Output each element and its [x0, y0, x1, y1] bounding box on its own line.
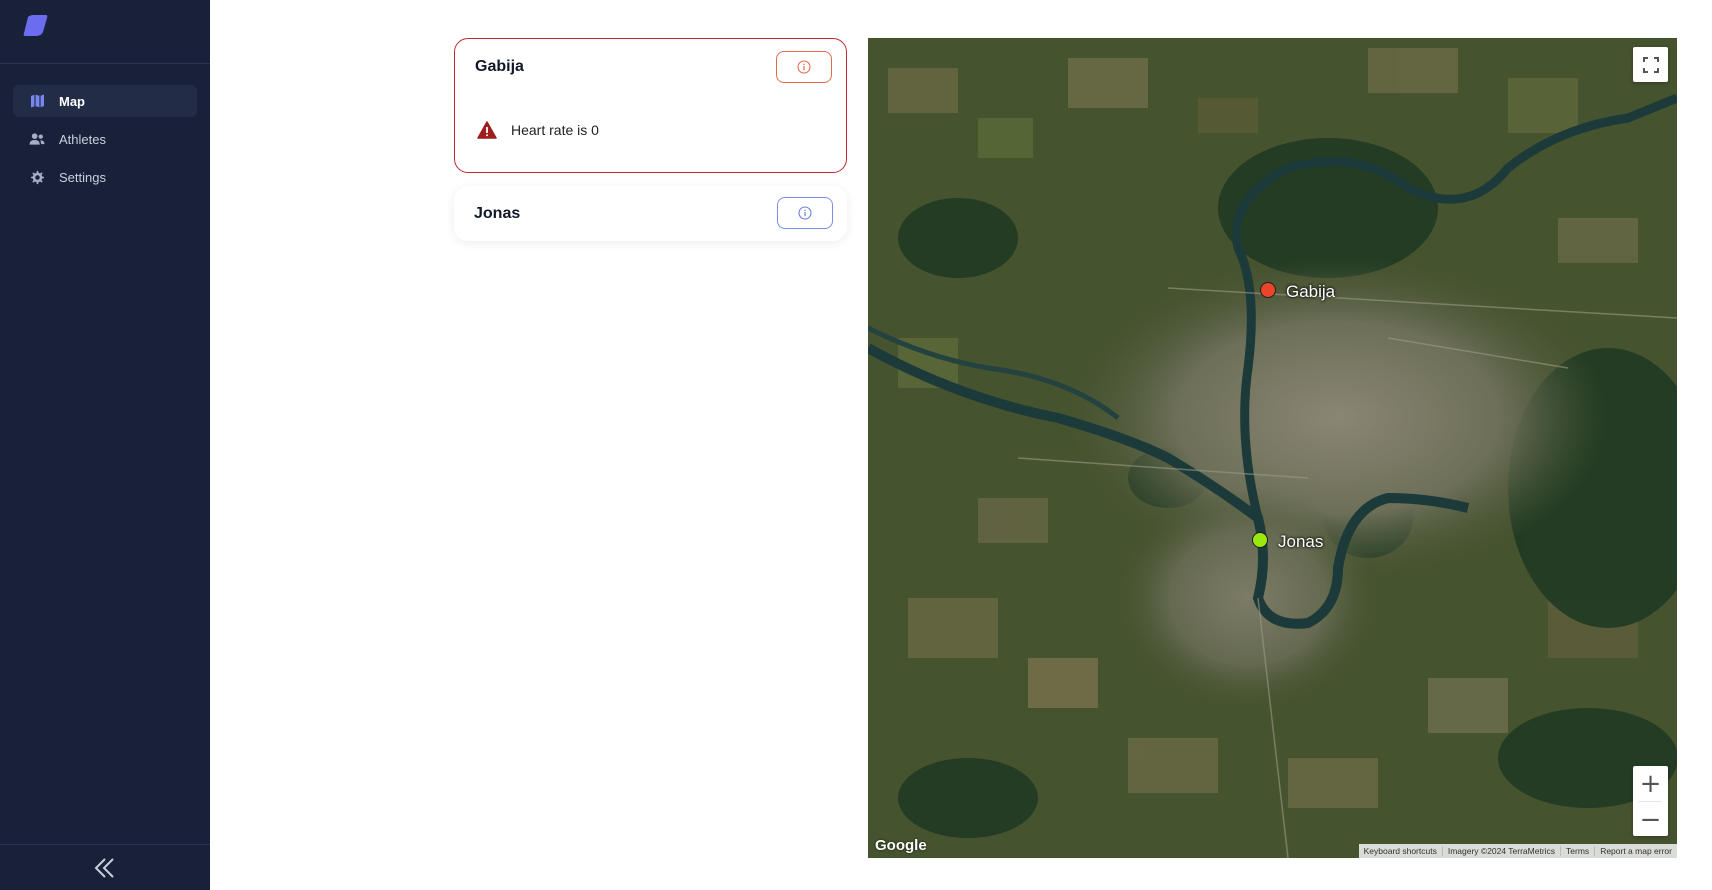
fullscreen-button[interactable]: [1633, 47, 1668, 82]
keyboard-shortcuts-link[interactable]: Keyboard shortcuts: [1359, 846, 1442, 856]
collapse-sidebar-button[interactable]: [0, 844, 210, 890]
athlete-name: Gabija: [475, 58, 524, 75]
info-icon: [797, 60, 811, 74]
zoom-out-button[interactable]: −: [1633, 802, 1668, 837]
athlete-card-jonas[interactable]: Jonas: [454, 186, 847, 241]
imagery-credit: Imagery ©2024 TerraMetrics: [1441, 846, 1560, 856]
app-logo-icon[interactable]: [22, 14, 48, 38]
fullscreen-icon: [1642, 56, 1659, 73]
satellite-map[interactable]: Gabija Jonas + − Google Keyboard shortcu…: [868, 38, 1677, 858]
alert-text: Heart rate is 0: [511, 122, 599, 138]
zoom-controls: + −: [1633, 766, 1668, 836]
sidebar-item-label: Settings: [59, 169, 106, 185]
map-marker-label: Jonas: [1278, 532, 1324, 551]
sidebar: Map Athletes Settings: [0, 0, 210, 890]
double-chevron-left-icon: [94, 857, 114, 878]
alert-message: Heart rate is 0: [477, 121, 599, 139]
map-icon: [29, 93, 45, 109]
athlete-card-gabija[interactable]: Gabija Heart rate is 0: [454, 38, 847, 173]
sidebar-nav: Map Athletes Settings: [0, 64, 210, 193]
warning-triangle-icon: [477, 121, 497, 139]
users-icon: [29, 131, 45, 147]
satellite-imagery: [868, 38, 1677, 858]
map-marker-jonas[interactable]: [1252, 532, 1268, 548]
zoom-in-button[interactable]: +: [1633, 766, 1668, 801]
map-marker-gabija[interactable]: [1260, 282, 1276, 298]
info-button[interactable]: [776, 51, 832, 83]
google-logo[interactable]: Google: [875, 837, 927, 854]
terms-link[interactable]: Terms: [1560, 846, 1594, 856]
sidebar-item-athletes[interactable]: Athletes: [13, 123, 197, 155]
info-icon: [798, 206, 812, 220]
sidebar-header: [0, 0, 210, 64]
sidebar-item-map[interactable]: Map: [13, 85, 197, 117]
athlete-name: Jonas: [474, 205, 521, 222]
map-marker-label: Gabija: [1286, 282, 1336, 301]
sidebar-item-label: Map: [59, 93, 85, 109]
sidebar-item-settings[interactable]: Settings: [13, 161, 197, 193]
gear-icon: [29, 169, 45, 185]
map-attribution: Keyboard shortcuts Imagery ©2024 TerraMe…: [1358, 844, 1677, 858]
report-error-link[interactable]: Report a map error: [1594, 846, 1677, 856]
sidebar-item-label: Athletes: [59, 131, 106, 147]
info-button[interactable]: [777, 197, 833, 229]
